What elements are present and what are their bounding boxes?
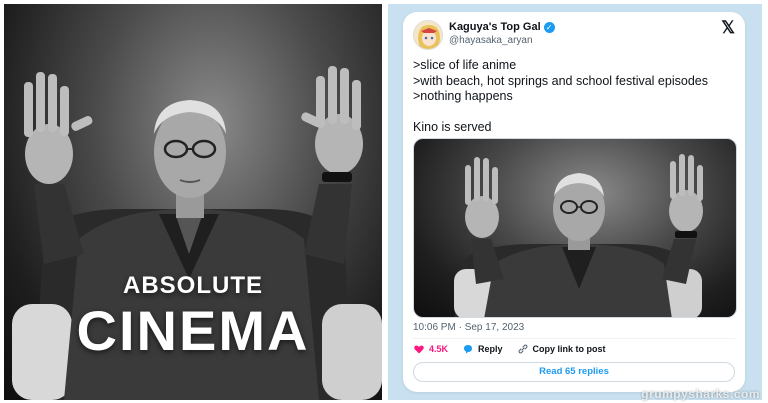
- man-raising-hands-photo: [454, 154, 703, 317]
- author-handle[interactable]: @hayasaka_aryan: [449, 35, 533, 46]
- tweet-line: >slice of life anime: [413, 58, 517, 72]
- tweet-timestamp[interactable]: 10:06 PM · Sep 17, 2023: [413, 322, 524, 333]
- meme-caption-bottom: CINEMA: [76, 299, 310, 362]
- reply-bubble-icon: [464, 345, 473, 354]
- tweet-line: >nothing happens: [413, 89, 513, 103]
- author-display-name[interactable]: Kaguya's Top Gal: [449, 21, 541, 33]
- author-name-row: Kaguya's Top Gal ✓: [449, 21, 555, 33]
- site-watermark: grumpysharks.com: [641, 387, 760, 401]
- verified-badge-icon: ✓: [543, 21, 555, 33]
- tweet-line: >with beach, hot springs and school fest…: [413, 73, 708, 88]
- tweet-line-spacer: [413, 105, 735, 120]
- heart-icon: [414, 345, 424, 354]
- like-button[interactable]: 4.5K: [413, 343, 448, 355]
- like-count: 4.5K: [429, 344, 449, 354]
- avatar[interactable]: [413, 20, 443, 50]
- anime-avatar-icon: [414, 21, 442, 49]
- link-icon: [518, 344, 528, 354]
- tweet-actions: 4.5K Reply Copy link to post: [413, 343, 606, 355]
- copy-link-button[interactable]: Copy link to post: [517, 343, 606, 355]
- meme-image: ABSOLUTE CINEMA: [4, 4, 382, 400]
- x-logo-icon[interactable]: 𝕏: [721, 18, 735, 38]
- divider: [413, 338, 735, 339]
- tweet-card: Kaguya's Top Gal ✓ @hayasaka_aryan 𝕏 >sl…: [403, 12, 745, 392]
- reply-label: Reply: [478, 344, 503, 354]
- read-replies-button[interactable]: Read 65 replies: [413, 362, 735, 382]
- tweet-line: Kino is served: [413, 119, 492, 134]
- tweet-text: >slice of life anime >with beach, hot sp…: [413, 58, 735, 135]
- meme-caption-top: ABSOLUTE: [123, 272, 263, 299]
- copy-link-label: Copy link to post: [532, 344, 606, 354]
- tweet-media-image[interactable]: [413, 138, 737, 318]
- reply-button[interactable]: Reply: [462, 343, 503, 355]
